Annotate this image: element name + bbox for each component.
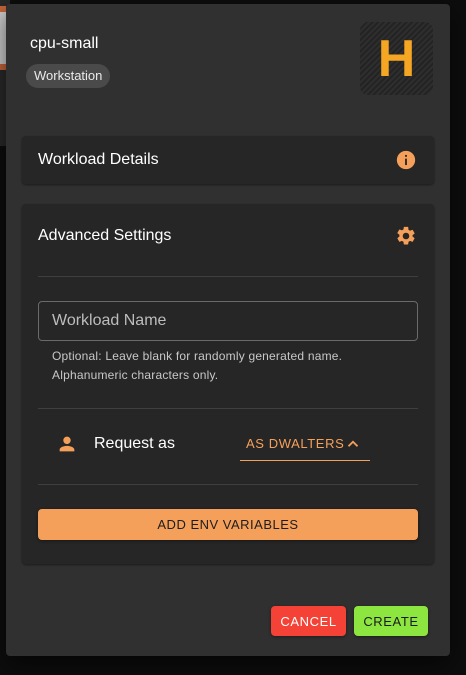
cancel-button[interactable]: CANCEL <box>271 606 346 636</box>
advanced-settings-section: Advanced Settings Optional: Leave blank … <box>22 204 434 564</box>
dialog-title: cpu-small <box>30 35 99 52</box>
request-as-value: AS DWALTERS <box>246 436 345 451</box>
app-logo: H <box>360 22 433 95</box>
helper-line: Optional: Leave blank for randomly gener… <box>52 349 343 363</box>
add-env-variables-button[interactable]: ADD ENV VARIABLES <box>38 509 418 540</box>
divider <box>38 408 418 409</box>
divider <box>38 276 418 277</box>
gear-icon[interactable] <box>395 225 417 247</box>
divider <box>38 484 418 485</box>
helper-line: Alphanumeric characters only. <box>52 368 219 382</box>
workload-details-section[interactable]: Workload Details <box>22 136 434 184</box>
chevron-up-icon <box>347 440 359 447</box>
request-as-label: Request as <box>94 435 175 452</box>
logo-letter: H <box>377 29 416 88</box>
info-icon[interactable] <box>395 149 417 171</box>
workload-name-field[interactable] <box>38 301 418 341</box>
advanced-settings-title: Advanced Settings <box>38 227 172 244</box>
type-chip: Workstation <box>26 64 111 88</box>
request-as-select[interactable]: AS DWALTERS <box>240 428 370 461</box>
workload-name-input[interactable] <box>39 302 417 340</box>
workload-details-title: Workload Details <box>38 151 159 168</box>
person-icon <box>59 436 75 452</box>
workload-name-helper: Optional: Leave blank for randomly gener… <box>52 347 412 385</box>
create-button[interactable]: CREATE <box>354 606 428 636</box>
workload-dialog: cpu-small Workstation H Workload Details… <box>6 4 450 656</box>
